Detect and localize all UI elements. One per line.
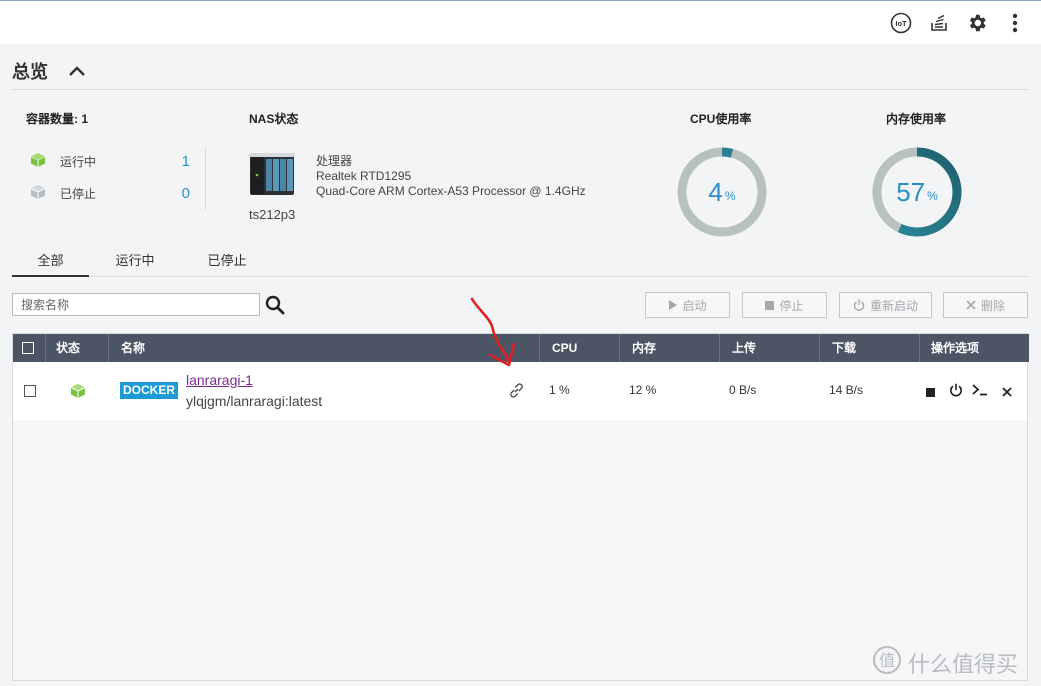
container-table: 状态 名称 CPU 内存 上传 下载 操作选项 DOCKER lanraragi… xyxy=(12,333,1029,681)
overview-title: 总览 xyxy=(12,62,48,82)
tab-running[interactable]: 运行中 xyxy=(100,250,170,277)
col-header-memory[interactable]: 内存 xyxy=(632,334,656,362)
nas-status-title: NAS状态 xyxy=(249,112,299,126)
search-input[interactable] xyxy=(12,293,260,316)
row-terminal-icon[interactable] xyxy=(972,384,988,399)
link-icon[interactable] xyxy=(508,382,525,402)
start-button[interactable]: 启动 xyxy=(645,292,730,318)
iot-icon-label: IoT xyxy=(895,19,907,28)
top-icons: IoT xyxy=(889,11,1027,35)
memory-usage-title: 内存使用率 xyxy=(886,112,947,126)
cpu-value-display: 4% xyxy=(674,144,770,240)
power-icon xyxy=(853,299,865,311)
memory-unit: % xyxy=(927,189,938,203)
stopped-count[interactable]: 0 xyxy=(170,185,190,202)
col-separator xyxy=(919,334,920,362)
running-label: 运行中 xyxy=(60,155,97,169)
col-header-download[interactable]: 下载 xyxy=(832,334,856,362)
collapse-chevron-up-icon[interactable] xyxy=(68,61,86,82)
cpu-usage-title: CPU使用率 xyxy=(690,112,752,126)
processor-label: 处理器 xyxy=(316,154,353,168)
running-status-icon xyxy=(70,383,86,402)
table-empty-area xyxy=(13,420,1027,680)
processor-model: Realtek RTD1295 xyxy=(316,169,412,183)
restart-button[interactable]: 重新启动 xyxy=(839,292,932,318)
col-header-status[interactable]: 状态 xyxy=(56,334,80,362)
row-checkbox[interactable] xyxy=(24,385,36,397)
delete-button[interactable]: 删除 xyxy=(943,292,1028,318)
search-icon[interactable] xyxy=(265,295,285,315)
cpu-cell: 1 % xyxy=(549,383,570,397)
cpu-value: 4 xyxy=(708,176,723,207)
cpu-gauge: 4% xyxy=(674,144,770,240)
memory-value: 57 xyxy=(896,176,926,207)
memory-cell: 12 % xyxy=(629,383,657,397)
memory-value-display: 57% xyxy=(869,144,965,240)
stop-button-label: 停止 xyxy=(779,298,804,313)
running-stat: 运行中 1 xyxy=(30,152,190,171)
stop-button[interactable]: 停止 xyxy=(742,292,827,318)
filter-tabs: 全部 运行中 已停止 xyxy=(12,250,1028,277)
tab-all[interactable]: 全部 xyxy=(12,250,89,277)
watermark-logo-glyph: 值 xyxy=(879,651,895,670)
summary-panel: 容器数量: 1 运行中 1 已停止 0 NAS状态 ts212p3 处理器 Re… xyxy=(0,90,1041,250)
watermark-text: 什么值得买 xyxy=(908,652,1019,677)
stack-icon[interactable] xyxy=(927,11,951,35)
select-all-checkbox[interactable] xyxy=(22,342,34,354)
nas-device-icon xyxy=(249,153,295,197)
stopped-stat: 已停止 0 xyxy=(30,184,190,203)
iot-icon[interactable]: IoT xyxy=(889,11,913,35)
summary-separator xyxy=(205,146,206,210)
download-cell: 14 B/s xyxy=(829,383,864,397)
upload-cell: 0 B/s xyxy=(729,383,757,397)
row-stop-icon[interactable] xyxy=(926,386,935,400)
col-separator xyxy=(819,334,820,362)
restart-button-label: 重新启动 xyxy=(869,298,918,313)
col-header-upload[interactable]: 上传 xyxy=(732,334,756,362)
memory-gauge: 57% xyxy=(869,144,965,240)
watermark-logo-icon: 值 xyxy=(872,645,902,681)
col-header-name[interactable]: 名称 xyxy=(121,334,145,362)
row-power-icon[interactable] xyxy=(949,383,963,400)
row-delete-icon[interactable] xyxy=(1002,386,1012,400)
col-separator xyxy=(45,334,46,362)
watermark: 值 什么值得买 xyxy=(872,645,1018,681)
nas-name: ts212p3 xyxy=(249,207,296,222)
col-header-cpu[interactable]: CPU xyxy=(552,334,577,362)
stopped-label: 已停止 xyxy=(60,187,97,201)
tab-stopped[interactable]: 已停止 xyxy=(192,250,262,277)
col-separator xyxy=(719,334,720,362)
stop-icon xyxy=(765,300,775,310)
cpu-unit: % xyxy=(724,189,736,203)
col-separator xyxy=(539,334,540,362)
more-icon[interactable] xyxy=(1003,11,1027,35)
start-button-label: 启动 xyxy=(682,298,707,313)
processor-info: 处理器 Realtek RTD1295 Quad-Core ARM Cortex… xyxy=(316,154,586,199)
close-icon xyxy=(966,300,976,310)
container-count: 容器数量: 1 xyxy=(26,112,89,126)
running-cube-icon xyxy=(30,152,46,171)
col-separator xyxy=(108,334,109,362)
col-header-actions: 操作选项 xyxy=(931,341,980,355)
running-count[interactable]: 1 xyxy=(170,153,190,170)
play-icon xyxy=(669,300,678,310)
container-image: ylqjgm/lanraragi:latest xyxy=(186,393,323,409)
gear-icon[interactable] xyxy=(965,11,989,35)
processor-desc: Quad-Core ARM Cortex-A53 Processor @ 1.4… xyxy=(316,184,586,198)
top-bar: IoT xyxy=(0,0,1041,44)
stopped-cube-icon xyxy=(30,184,46,203)
table-row[interactable]: DOCKER lanraragi-1 ylqjgm/lanraragi:late… xyxy=(13,362,1027,420)
docker-badge: DOCKER xyxy=(120,382,179,399)
table-header: 状态 名称 CPU 内存 上传 下载 操作选项 xyxy=(13,334,1029,362)
container-name-link[interactable]: lanraragi-1 xyxy=(186,372,253,388)
overview-header: 总览 xyxy=(12,58,86,84)
col-separator xyxy=(619,334,620,362)
delete-button-label: 删除 xyxy=(980,298,1005,313)
